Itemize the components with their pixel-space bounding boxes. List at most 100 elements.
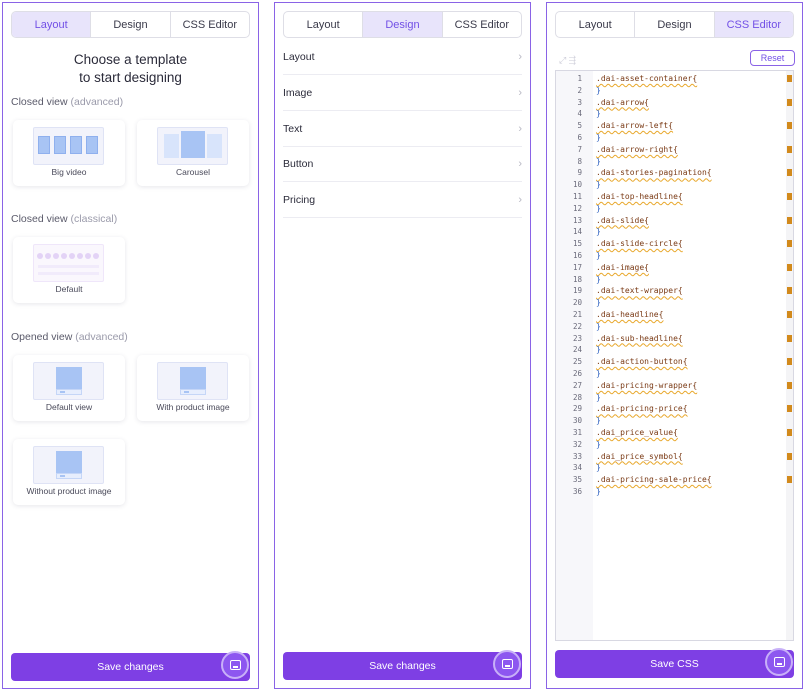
line-number: 5 <box>577 121 582 131</box>
save-css-button[interactable]: Save CSS <box>555 650 794 678</box>
code-line-selector: .dai-pricing-price{ <box>596 404 688 414</box>
section-label-closed-classical: Closed view (classical) <box>11 213 118 225</box>
code-line-selector: .dai-action-button{ <box>596 357 688 367</box>
tab-bar: Layout Design CSS Editor <box>283 11 522 38</box>
design-panel: Layout Design CSS Editor Layout › Image … <box>274 2 531 689</box>
code-line-selector: .dai-slide-circle{ <box>596 239 683 249</box>
line-number: 17 <box>572 262 582 272</box>
code-line-brace: } <box>596 180 601 190</box>
css-editor-panel: Layout Design CSS Editor ⤢ ⇶ Reset 1 .dai… <box>546 2 803 689</box>
row-label: Button <box>283 157 314 170</box>
line-number: 13 <box>572 215 582 225</box>
code-line-selector: .dai_price_value{ <box>596 428 678 437</box>
tab-css-editor[interactable]: CSS Editor <box>443 12 521 37</box>
code-line-brace: } <box>596 439 601 449</box>
line-number: 33 <box>572 451 582 461</box>
tab-css-editor[interactable]: CSS Editor <box>714 12 793 37</box>
template-card-default-view[interactable]: Default view <box>13 355 125 421</box>
template-card-big-video[interactable]: Big video <box>13 120 125 186</box>
line-number: 14 <box>572 227 582 237</box>
tab-design[interactable]: Design <box>635 12 715 37</box>
template-label: With product image <box>156 402 230 412</box>
lint-warning-marker <box>787 358 792 366</box>
code-line-selector: .dai-arrow-left{ <box>596 121 674 131</box>
design-row-pricing[interactable]: Pricing › <box>283 182 522 218</box>
tab-design[interactable]: Design <box>363 12 443 37</box>
chat-button[interactable] <box>221 651 249 679</box>
code-line-brace: } <box>596 463 601 473</box>
design-row-image[interactable]: Image › <box>283 75 522 111</box>
css-code-editor[interactable]: 1 .dai-asset-container{2} 3 .dai-arrow{4} 5.… <box>555 70 794 641</box>
tab-bar: Layout Design CSS Editor <box>555 11 794 38</box>
big-video-thumbnail <box>33 127 104 165</box>
code-line-brace: } <box>596 487 601 496</box>
chat-button[interactable] <box>493 650 521 678</box>
line-number: 36 <box>572 487 582 496</box>
line-number: 12 <box>572 203 582 213</box>
chat-icon <box>501 659 513 669</box>
line-number: 9 <box>577 168 582 178</box>
line-number: 16 <box>572 251 582 260</box>
code-line-selector: .dai-headline{ <box>596 310 664 319</box>
section-label-closed-advanced: Closed view (advanced) <box>11 96 124 108</box>
title-line-1: Choose a template <box>73 52 188 67</box>
save-changes-button[interactable]: Save changes <box>11 653 250 681</box>
reset-button[interactable]: Reset <box>750 50 795 66</box>
lint-warning-marker <box>787 193 792 200</box>
row-label: Image <box>283 86 313 99</box>
with-product-image-thumbnail <box>157 362 228 400</box>
code-line-selector: .dai-pricing-sale-price{ <box>596 475 712 485</box>
line-number: 6 <box>577 133 582 142</box>
code-line-selector: .dai-image{ <box>596 262 649 272</box>
design-row-layout[interactable]: Layout › <box>283 39 522 75</box>
chevron-right-icon: › <box>518 86 522 99</box>
design-row-button[interactable]: Button › <box>283 146 522 182</box>
code-line-brace: } <box>596 227 601 237</box>
code-line-brace: } <box>596 274 601 284</box>
chevron-right-icon: › <box>518 50 522 63</box>
line-number: 25 <box>572 357 582 367</box>
tab-css-editor[interactable]: CSS Editor <box>171 12 249 37</box>
template-card-with-product-image[interactable]: With product image <box>137 355 249 421</box>
line-number: 2 <box>577 85 582 95</box>
row-label: Text <box>283 122 303 135</box>
tab-layout[interactable]: Layout <box>284 12 364 37</box>
code-line-brace: } <box>596 85 601 95</box>
line-number: 19 <box>572 286 582 296</box>
default-view-thumbnail <box>33 362 104 400</box>
template-label: Default <box>55 284 83 294</box>
line-number: 1 <box>577 74 582 83</box>
tab-design[interactable]: Design <box>91 12 171 37</box>
line-number: 34 <box>572 463 582 473</box>
code-line-brace: } <box>596 109 601 119</box>
lint-warning-marker <box>787 75 792 82</box>
lint-warning-marker <box>787 334 792 342</box>
editor-scrollbar[interactable] <box>786 71 793 640</box>
code-line-selector: .dai-slide{ <box>596 215 649 225</box>
lint-warning-marker <box>787 311 792 318</box>
lint-warning-marker <box>787 381 792 389</box>
template-label: Default view <box>45 402 93 412</box>
design-row-text[interactable]: Text › <box>283 111 522 147</box>
chat-button[interactable] <box>765 648 793 676</box>
tab-layout[interactable]: Layout <box>556 12 636 37</box>
lint-warning-marker <box>787 240 792 248</box>
lint-warning-marker <box>787 429 792 436</box>
template-card-default[interactable]: Default <box>13 237 125 303</box>
line-number: 22 <box>572 321 582 331</box>
tab-layout[interactable]: Layout <box>12 12 92 37</box>
template-label: Big video <box>51 167 87 177</box>
template-card-carousel[interactable]: Carousel <box>137 120 249 186</box>
lint-warning-marker <box>787 405 792 413</box>
code-line-selector: .dai-sub-headline{ <box>596 333 683 343</box>
code-line-selector: .dai-asset-container{ <box>596 74 698 83</box>
editor-toolbar-icons[interactable]: ⤢ ⇶ <box>559 55 576 66</box>
code-line-brace: } <box>596 345 601 355</box>
code-line-selector: .dai_price_symbol{ <box>596 451 683 461</box>
template-card-without-product-image[interactable]: Without product image <box>13 439 125 505</box>
chat-icon <box>773 657 785 667</box>
save-changes-button[interactable]: Save changes <box>283 652 522 680</box>
code-line-brace: } <box>596 156 601 166</box>
code-line-brace: } <box>596 203 601 213</box>
line-number: 11 <box>572 192 582 201</box>
